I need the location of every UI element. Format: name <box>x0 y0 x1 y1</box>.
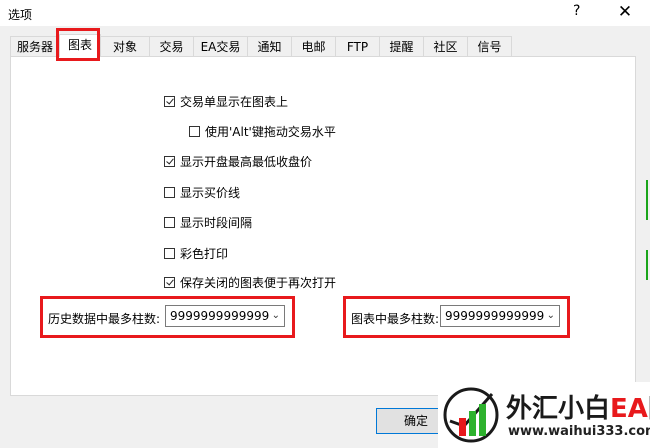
option-label: 彩色打印 <box>180 246 229 261</box>
checkbox[interactable] <box>189 125 200 137</box>
watermark-url: www.waihui333.com <box>508 424 650 439</box>
option-show-ask-line[interactable]: 显示买价线 <box>164 183 240 201</box>
checkbox[interactable] <box>164 95 175 107</box>
checkbox[interactable] <box>164 247 175 259</box>
brand-ea: EA <box>610 394 648 424</box>
option-save-closed-charts[interactable]: 保存关闭的图表便于再次打开 <box>164 273 336 291</box>
option-label: 显示买价线 <box>180 185 241 200</box>
close-icon[interactable]: ✕ <box>608 1 642 23</box>
tab-notifications[interactable]: 通知 <box>247 36 292 56</box>
title-bar: 选项 ? ✕ <box>0 0 650 26</box>
help-button[interactable]: ? <box>573 3 580 19</box>
green-edge-mark <box>646 180 648 220</box>
option-label: 保存关闭的图表便于再次打开 <box>180 275 337 290</box>
window-title: 选项 <box>8 8 33 22</box>
highlight-chart-bars-box <box>343 296 570 338</box>
charts-panel <box>10 56 636 396</box>
option-label: 显示时段间隔 <box>180 215 253 230</box>
checkbox[interactable] <box>164 216 175 228</box>
option-label: 交易单显示在图表上 <box>180 94 289 109</box>
option-label: 使用'Alt'键拖动交易水平 <box>205 124 336 139</box>
tab-trade[interactable]: 交易 <box>149 36 194 56</box>
option-show-trade-levels[interactable]: 交易单显示在图表上 <box>164 92 288 110</box>
tab-expert-advisors[interactable]: EA交易 <box>193 36 248 56</box>
checkbox[interactable] <box>164 155 175 167</box>
tab-email[interactable]: 电邮 <box>291 36 336 56</box>
green-edge-mark <box>646 250 648 280</box>
highlight-history-box <box>40 296 295 338</box>
watermark: 外汇小白EA网 www.waihui333.com <box>438 382 650 448</box>
option-alt-drag[interactable]: 使用'Alt'键拖动交易水平 <box>189 122 336 140</box>
checkbox[interactable] <box>164 186 175 198</box>
tab-community[interactable]: 社区 <box>423 36 468 56</box>
tab-objects[interactable]: 对象 <box>100 36 150 56</box>
tab-server[interactable]: 服务器 <box>10 36 60 56</box>
option-color-print[interactable]: 彩色打印 <box>164 244 228 262</box>
brand-logo-icon <box>443 387 499 443</box>
option-show-period-separators[interactable]: 显示时段间隔 <box>164 213 252 231</box>
option-show-ohlc[interactable]: 显示开盘最高最低收盘价 <box>164 152 312 170</box>
tab-alerts[interactable]: 提醒 <box>379 36 424 56</box>
brand-main: 外汇小白 <box>506 394 611 424</box>
checkbox[interactable] <box>164 276 175 288</box>
option-label: 显示开盘最高最低收盘价 <box>180 154 313 169</box>
tab-ftp[interactable]: FTP <box>335 36 380 56</box>
highlight-tab-box <box>56 28 100 61</box>
tab-signals[interactable]: 信号 <box>467 36 512 56</box>
watermark-brand: 外汇小白EA网 <box>506 388 650 425</box>
